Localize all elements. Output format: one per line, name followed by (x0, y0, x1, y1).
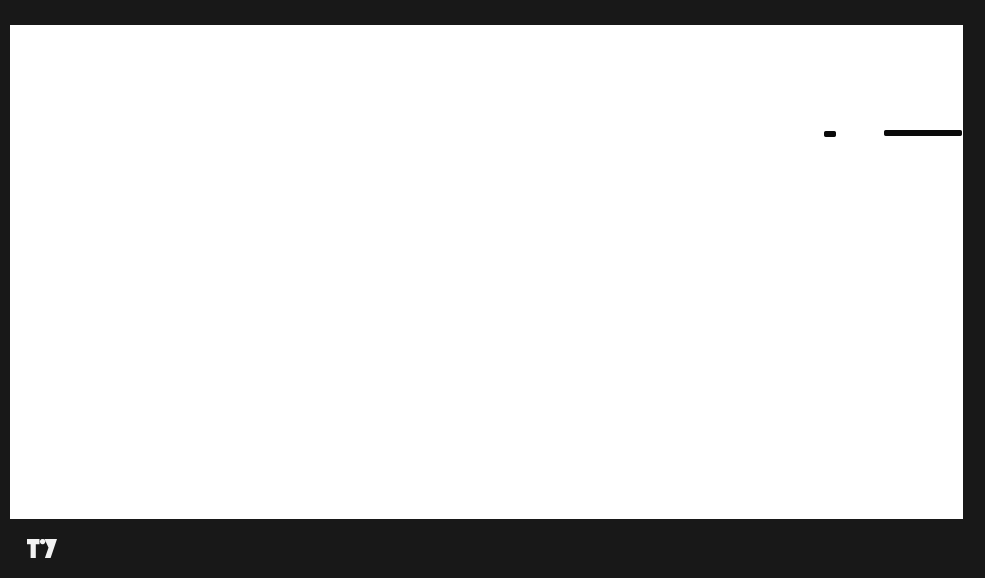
symbol-legend-row[interactable] (14, 31, 82, 45)
tradingview-logo-icon[interactable] (27, 539, 57, 558)
macd-legend-row[interactable] (14, 395, 35, 409)
sma50-legend-row[interactable] (14, 50, 21, 64)
last-price-box (884, 130, 962, 136)
chart-canvas[interactable] (0, 0, 985, 578)
symbol-chip (824, 131, 836, 137)
rsi-legend-row[interactable] (14, 342, 21, 356)
cmf-legend-row[interactable] (14, 444, 21, 458)
sma200-legend-row[interactable] (14, 69, 21, 83)
footer-bar (0, 519, 985, 578)
